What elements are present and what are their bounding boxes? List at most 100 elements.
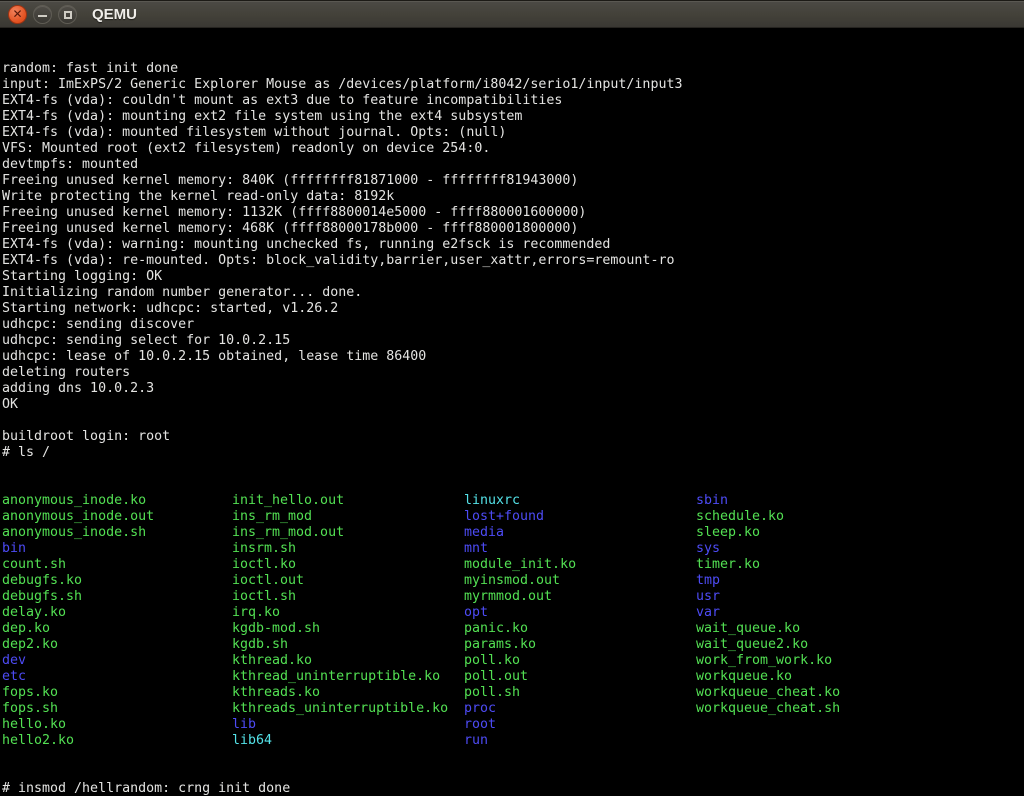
- terminal-line: EXT4-fs (vda): mounting ext2 file system…: [2, 109, 1024, 125]
- boot-log: random: fast init doneinput: ImExPS/2 Ge…: [2, 61, 1024, 461]
- file-entry: debugfs.ko: [2, 573, 232, 589]
- symlink-entry: linuxrc: [464, 493, 696, 509]
- terminal-line: Freeing unused kernel memory: 468K (ffff…: [2, 221, 1024, 237]
- file-entry: count.sh: [2, 557, 232, 573]
- terminal-line: EXT4-fs (vda): warning: mounting uncheck…: [2, 237, 1024, 253]
- terminal-line: VFS: Mounted root (ext2 filesystem) read…: [2, 141, 1024, 157]
- qemu-window: ✕ QEMU random: fast init doneinput: ImEx…: [0, 0, 1024, 796]
- file-entry: poll.out: [464, 669, 696, 685]
- file-entry: workqueue_cheat.sh: [696, 701, 946, 717]
- terminal-line: Freeing unused kernel memory: 1132K (fff…: [2, 205, 1024, 221]
- ls-output: anonymous_inode.koanonymous_inode.outano…: [2, 493, 1024, 749]
- file-entry: wait_queue2.ko: [696, 637, 946, 653]
- file-entry: dep.ko: [2, 621, 232, 637]
- directory-entry: var: [696, 605, 946, 621]
- directory-entry: dev: [2, 653, 232, 669]
- file-entry: insrm.sh: [232, 541, 464, 557]
- file-entry: workqueue.ko: [696, 669, 946, 685]
- file-entry: anonymous_inode.out: [2, 509, 232, 525]
- file-entry: ins_rm_mod.out: [232, 525, 464, 541]
- terminal-line: random: fast init done: [2, 61, 1024, 77]
- directory-entry: root: [464, 717, 696, 733]
- file-entry: poll.sh: [464, 685, 696, 701]
- file-entry: debugfs.sh: [2, 589, 232, 605]
- file-entry: hello.ko: [2, 717, 232, 733]
- terminal-line: OK: [2, 397, 1024, 413]
- minimize-icon: [38, 15, 47, 17]
- file-entry: sleep.ko: [696, 525, 946, 541]
- terminal-line: devtmpfs: mounted: [2, 157, 1024, 173]
- file-entry: schedule.ko: [696, 509, 946, 525]
- directory-entry: proc: [464, 701, 696, 717]
- directory-entry: sbin: [696, 493, 946, 509]
- directory-entry: usr: [696, 589, 946, 605]
- file-entry: hello2.ko: [2, 733, 232, 749]
- terminal-line: udhcpc: lease of 10.0.2.15 obtained, lea…: [2, 349, 1024, 365]
- file-entry: poll.ko: [464, 653, 696, 669]
- shell-log: # insmod /hellrandom: crng init done# in…: [2, 781, 1024, 796]
- file-entry: timer.ko: [696, 557, 946, 573]
- terminal-screen[interactable]: random: fast init doneinput: ImExPS/2 Ge…: [0, 28, 1024, 796]
- terminal-line: adding dns 10.0.2.3: [2, 381, 1024, 397]
- file-entry: fops.ko: [2, 685, 232, 701]
- terminal-line: udhcpc: sending select for 10.0.2.15: [2, 333, 1024, 349]
- directory-entry: bin: [2, 541, 232, 557]
- terminal-line: Starting logging: OK: [2, 269, 1024, 285]
- directory-entry: lib: [232, 717, 464, 733]
- file-entry: ioctl.sh: [232, 589, 464, 605]
- terminal-line: Initializing random number generator... …: [2, 285, 1024, 301]
- symlink-entry: lib64: [232, 733, 464, 749]
- directory-entry: lost+found: [464, 509, 696, 525]
- file-entry: irq.ko: [232, 605, 464, 621]
- terminal-line: deleting routers: [2, 365, 1024, 381]
- maximize-icon: [64, 11, 72, 19]
- file-entry: workqueue_cheat.ko: [696, 685, 946, 701]
- file-entry: dep2.ko: [2, 637, 232, 653]
- minimize-button[interactable]: [33, 5, 52, 24]
- maximize-button[interactable]: [58, 5, 77, 24]
- terminal-line: EXT4-fs (vda): couldn't mount as ext3 du…: [2, 93, 1024, 109]
- file-entry: panic.ko: [464, 621, 696, 637]
- file-entry: module_init.ko: [464, 557, 696, 573]
- file-entry: kthreads_uninterruptible.ko: [232, 701, 464, 717]
- file-entry: ins_rm_mod: [232, 509, 464, 525]
- file-entry: init_hello.out: [232, 493, 464, 509]
- file-entry: kthread_uninterruptible.ko: [232, 669, 464, 685]
- terminal-line: input: ImExPS/2 Generic Explorer Mouse a…: [2, 77, 1024, 93]
- file-entry: delay.ko: [2, 605, 232, 621]
- window-title: QEMU: [92, 6, 137, 23]
- titlebar[interactable]: ✕ QEMU: [0, 0, 1024, 28]
- file-entry: myrmmod.out: [464, 589, 696, 605]
- directory-entry: etc: [2, 669, 232, 685]
- directory-entry: sys: [696, 541, 946, 557]
- terminal-line: EXT4-fs (vda): mounted filesystem withou…: [2, 125, 1024, 141]
- file-entry: ioctl.ko: [232, 557, 464, 573]
- file-entry: kthread.ko: [232, 653, 464, 669]
- terminal-line: Write protecting the kernel read-only da…: [2, 189, 1024, 205]
- file-entry: params.ko: [464, 637, 696, 653]
- terminal-line: [2, 413, 1024, 429]
- terminal-line: # insmod /hellrandom: crng init done: [2, 781, 1024, 796]
- file-entry: fops.sh: [2, 701, 232, 717]
- terminal-line: udhcpc: sending discover: [2, 317, 1024, 333]
- file-entry: kgdb.sh: [232, 637, 464, 653]
- terminal-line: buildroot login: root: [2, 429, 1024, 445]
- file-entry: kgdb-mod.sh: [232, 621, 464, 637]
- directory-entry: mnt: [464, 541, 696, 557]
- file-entry: anonymous_inode.sh: [2, 525, 232, 541]
- terminal-line: EXT4-fs (vda): re-mounted. Opts: block_v…: [2, 253, 1024, 269]
- directory-entry: tmp: [696, 573, 946, 589]
- file-entry: work_from_work.ko: [696, 653, 946, 669]
- terminal-line: # ls /: [2, 445, 1024, 461]
- terminal-line: Starting network: udhcpc: started, v1.26…: [2, 301, 1024, 317]
- file-entry: ioctl.out: [232, 573, 464, 589]
- terminal-line: Freeing unused kernel memory: 840K (ffff…: [2, 173, 1024, 189]
- directory-entry: media: [464, 525, 696, 541]
- file-entry: wait_queue.ko: [696, 621, 946, 637]
- file-entry: anonymous_inode.ko: [2, 493, 232, 509]
- close-icon: ✕: [12, 8, 22, 20]
- close-button[interactable]: ✕: [8, 5, 27, 24]
- file-entry: kthreads.ko: [232, 685, 464, 701]
- file-entry: myinsmod.out: [464, 573, 696, 589]
- directory-entry: run: [464, 733, 696, 749]
